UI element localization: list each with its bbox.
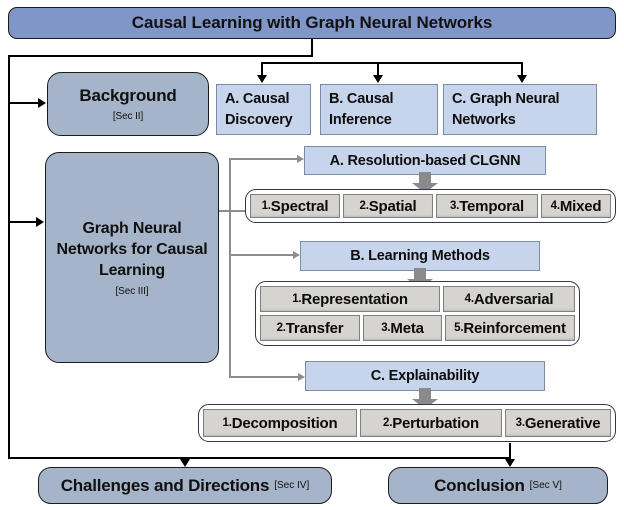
conclusion-box[interactable]: Conclusion [Sec V] [388, 467, 608, 504]
resolution-items-group: 1. Spectral 2. Spatial 3. Temporal 4. Mixed [245, 189, 616, 223]
cell-meta-num: 3. [381, 322, 391, 334]
resolution-based-clgnn-box[interactable]: A. Resolution-based CLGNN [304, 146, 546, 175]
arrow-into-learning [293, 251, 300, 259]
cell-generative-num: 3. [515, 417, 525, 429]
connector-title-left-run [8, 55, 313, 57]
connector-fanout-right-drop [521, 62, 523, 76]
cell-perturbation[interactable]: 2. Perturbation [360, 409, 502, 437]
explainability-row: 1. Decomposition 2. Perturbation 3. Generat… [203, 409, 611, 437]
cell-reinforcement[interactable]: 5. Reinforcement [445, 315, 575, 341]
arrow-into-challenges [180, 459, 190, 467]
cell-representation-num: 1. [292, 293, 302, 305]
arrow-into-causal-inference [373, 75, 383, 83]
cell-reinforcement-num: 5. [454, 322, 464, 334]
cell-mixed[interactable]: 4. Mixed [541, 194, 611, 218]
cell-transfer[interactable]: 2. Transfer [260, 315, 360, 341]
explainability-box[interactable]: C. Explainability [305, 361, 545, 391]
connector-fanout-bar [261, 62, 523, 64]
cell-decomposition[interactable]: 1. Decomposition [203, 409, 357, 437]
cell-reinforcement-word: Reinforcement [463, 319, 566, 337]
diagram-canvas: Causal Learning with Graph Neural Networ… [0, 0, 624, 510]
connector-left-spine [8, 55, 10, 459]
background-section: [Sec II] [112, 111, 144, 123]
connector-fanout-mid-drop [377, 62, 379, 76]
gnn-causal-learning-box[interactable]: Graph Neural Networks for Causal Learnin… [45, 152, 219, 363]
arrow-into-gnn [36, 217, 44, 227]
cell-meta-word: Meta [390, 319, 424, 337]
cell-adversarial-num: 4. [464, 293, 474, 305]
causal-discovery-box[interactable]: A. Causal Discovery [216, 84, 311, 135]
gnn-title: Graph Neural Networks for Causal Learnin… [56, 219, 208, 280]
cell-transfer-word: Transfer [285, 319, 344, 337]
cell-spectral-word: Spectral [270, 197, 329, 215]
learning-row-2: 2. Transfer 3. Meta 5. Reinforcement [260, 315, 575, 341]
cell-temporal-num: 3. [449, 200, 460, 212]
background-box[interactable]: Background [Sec II] [47, 72, 209, 136]
connector-to-gnn [10, 221, 36, 223]
gnn-section: [Sec III] [115, 286, 149, 298]
cell-meta[interactable]: 3. Meta [363, 315, 442, 341]
connector-gnn-spine [229, 158, 231, 377]
cell-generative-word: Generative [524, 414, 601, 432]
connector-branch-learning [229, 254, 293, 256]
arrow-into-explainability [298, 373, 305, 381]
learning-row-1: 1. Representation 4. Adversarial [260, 286, 575, 312]
arrow-into-conclusion [505, 459, 515, 467]
cell-spectral[interactable]: 1. Spectral [250, 194, 340, 218]
cell-spectral-num: 1. [261, 200, 271, 212]
challenges-and-directions-box[interactable]: Challenges and Directions [Sec IV] [38, 467, 332, 504]
cell-spatial[interactable]: 2. Spatial [343, 194, 433, 218]
cell-transfer-num: 2. [276, 322, 286, 334]
connector-bottom-bar [8, 457, 511, 459]
learning-methods-box[interactable]: B. Learning Methods [300, 241, 540, 271]
cell-temporal[interactable]: 3. Temporal [436, 194, 538, 218]
cell-representation-word: Representation [301, 290, 408, 308]
cell-mixed-num: 4. [550, 200, 560, 212]
resolution-row: 1. Spectral 2. Spatial 3. Temporal 4. Mixed [250, 194, 611, 218]
arrow-into-background [38, 98, 46, 108]
connector-to-background [10, 102, 38, 104]
connector-fanout-left-drop [261, 62, 263, 76]
cell-spatial-num: 2. [359, 200, 369, 212]
challenges-title: Challenges and Directions [60, 475, 270, 495]
cell-spatial-word: Spatial [368, 197, 417, 215]
learning-items-group: 1. Representation 4. Adversarial 2. Transfe… [255, 281, 580, 346]
conclusion-section: [Sec V] [529, 480, 562, 491]
background-title: Background [79, 85, 177, 105]
arrow-into-resolution [297, 155, 304, 163]
diagram-title: Causal Learning with Graph Neural Networ… [8, 7, 616, 39]
cell-decomposition-num: 1. [222, 417, 232, 429]
connector-branch-explainability [229, 376, 298, 378]
explainability-items-group: 1. Decomposition 2. Perturbation 3. Generat… [198, 404, 616, 442]
arrow-into-graph-neural [517, 75, 527, 83]
connector-branch-resolution [229, 158, 297, 160]
cell-perturbation-word: Perturbation [392, 414, 479, 432]
cell-decomposition-word: Decomposition [231, 414, 338, 432]
cell-perturbation-num: 2. [383, 417, 393, 429]
cell-representation[interactable]: 1. Representation [260, 286, 440, 312]
cell-adversarial-word: Adversarial [473, 290, 554, 308]
arrow-into-causal-discovery [257, 75, 267, 83]
cell-generative[interactable]: 3. Generative [505, 409, 611, 437]
cell-temporal-word: Temporal [459, 197, 524, 215]
cell-adversarial[interactable]: 4. Adversarial [443, 286, 575, 312]
challenges-section: [Sec IV] [274, 480, 310, 491]
conclusion-title: Conclusion [434, 475, 525, 495]
causal-inference-box[interactable]: B. Causal Inference [320, 84, 438, 135]
cell-mixed-word: Mixed [559, 197, 602, 215]
graph-neural-networks-box[interactable]: C. Graph Neural Networks [443, 84, 597, 135]
connector-bottom-right-riser [509, 443, 511, 459]
